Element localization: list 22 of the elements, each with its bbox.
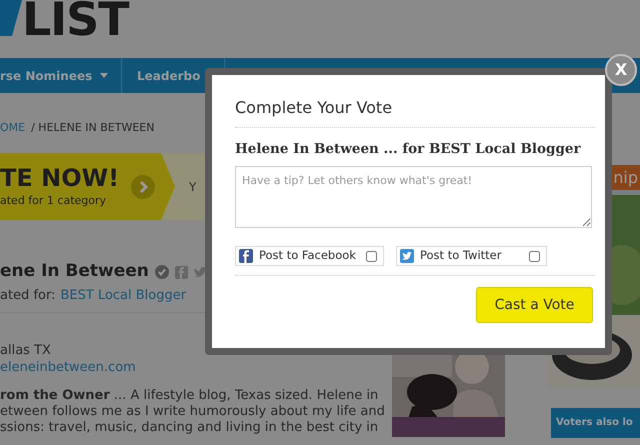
- cast-vote-button[interactable]: Cast a Vote: [476, 287, 593, 323]
- listing-title: ene In Between: [0, 260, 149, 284]
- voters-heading: Voters also lo: [551, 408, 640, 438]
- nominated-label: ated for:: [0, 287, 56, 305]
- location-text: allas TX: [0, 342, 52, 358]
- description-text: ssions: travel, music, dancing and living in the best city in: [0, 420, 380, 436]
- vote-now-banner[interactable]: TE NOW! ated for 1 category: [0, 153, 175, 220]
- breadcrumb-text: / HELENE IN BETWEEN: [31, 120, 154, 136]
- description-text: rom the Owner ... A lifestyle blog, Texas sized. Helene in: [0, 388, 380, 404]
- website-link[interactable]: eleneinbetween.com: [0, 358, 380, 376]
- category-link[interactable]: BEST Local Blogger: [60, 286, 186, 306]
- logo-text[interactable]: LIST: [22, 0, 128, 38]
- dialog-title: Complete Your Vote: [235, 98, 394, 118]
- banner-title: TE NOW!: [0, 163, 120, 194]
- banner-side-text: Y: [189, 178, 196, 196]
- comment-field[interactable]: Have a tip? Let others know what's great!: [235, 166, 592, 228]
- share-option[interactable]: Post to Facebook: [235, 246, 384, 266]
- banner-subtitle: ated for 1 category: [0, 193, 108, 210]
- dialog-heading: Helene In Between ... for BEST Local Blogger: [235, 140, 582, 158]
- nav-tab[interactable]: rse Nominees: [0, 58, 122, 93]
- breadcrumb-link[interactable]: OME: [0, 120, 26, 136]
- share-option[interactable]: Post to Twitter: [396, 246, 547, 266]
